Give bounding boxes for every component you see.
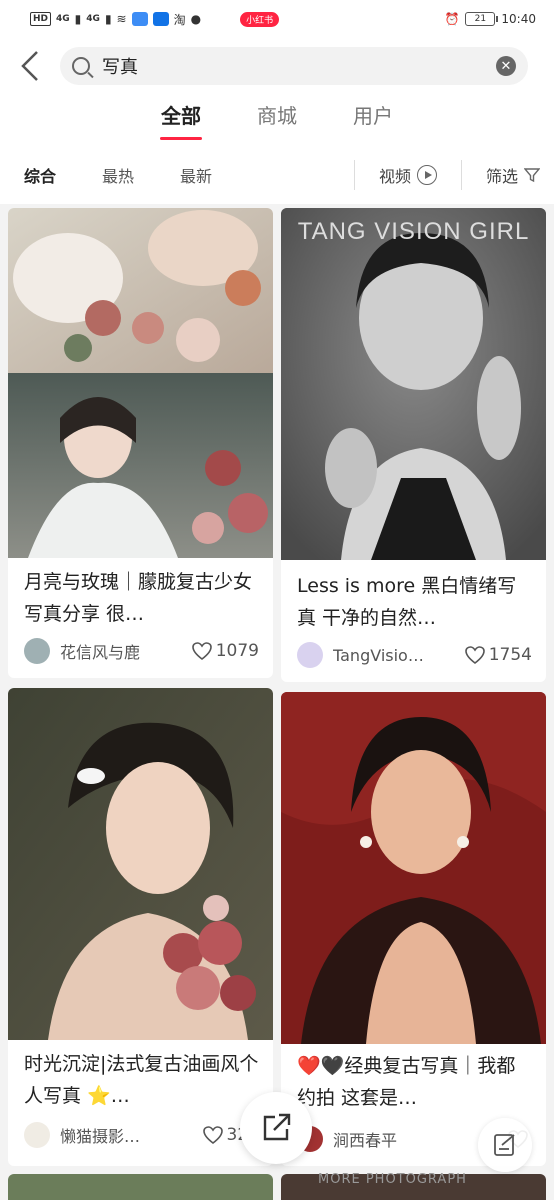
share-icon — [263, 1113, 291, 1141]
author-name[interactable]: 懒猫摄影… — [60, 1123, 203, 1147]
like-count: 1079 — [215, 641, 259, 661]
note-card[interactable]: TANG VISION GIRL Less is more 黑白情绪写真 干净的… — [281, 208, 546, 682]
sort-newest[interactable]: 最新 — [180, 163, 212, 187]
avatar[interactable] — [24, 638, 50, 664]
search-row: 写真 ✕ — [0, 38, 554, 94]
share-button[interactable] — [240, 1092, 312, 1164]
cover-image — [8, 208, 273, 558]
avatar[interactable] — [24, 1122, 50, 1148]
status-bar: HD 4G ▮ 4G ▮ ≋ 淘 ● 小红书 ⏰ 21 10:40 — [0, 0, 554, 38]
message-icon: ● — [190, 12, 202, 26]
alarm-icon: ⏰ — [444, 12, 460, 26]
note-meta: 懒猫摄影… 324 — [24, 1120, 259, 1150]
note-title: Less is more 黑白情绪写真 干净的自然… — [297, 575, 517, 629]
video-label: 视频 — [378, 167, 411, 186]
video-filter-button[interactable]: 视频 — [355, 163, 461, 187]
funnel-icon — [524, 168, 540, 183]
author-name[interactable]: TangVisio… — [333, 646, 465, 665]
cover-image — [281, 692, 546, 1044]
signal-icon: ▮ — [104, 12, 112, 26]
note-card[interactable]: ❤️🖤经典复古写真｜我都约拍 这套是… 涧西春平 — [281, 692, 546, 1166]
author-name[interactable]: 花信风与鹿 — [60, 639, 192, 663]
tab-all[interactable]: 全部 — [161, 94, 201, 146]
clear-icon[interactable]: ✕ — [496, 56, 516, 76]
app-notification-icon — [152, 12, 169, 26]
hd-indicator: HD — [30, 12, 52, 26]
top-tabs: 全部 商城 用户 — [0, 94, 554, 146]
note-title: ❤️🖤经典复古写真｜我都约拍 这套是… — [297, 1055, 516, 1109]
cover-image: TANG VISION GIRL — [281, 208, 546, 560]
chevron-left-icon — [21, 51, 38, 81]
edit-icon — [494, 1134, 515, 1156]
wifi-icon: ≋ — [116, 12, 127, 26]
sort-hottest[interactable]: 最热 — [102, 163, 134, 187]
note-card[interactable]: 时光沉淀|法式复古油画风个人写真 ⭐… 懒猫摄影… 324 — [8, 688, 273, 1166]
note-card[interactable]: 月亮与玫瑰｜朦胧复古少女写真分享 很… 花信风与鹿 1079 — [8, 208, 273, 678]
note-title: 时光沉淀|法式复古油画风个人写真 ⭐… — [24, 1053, 259, 1107]
search-query: 写真 — [102, 57, 138, 78]
watermark-text: MORE PHOTOGRAPH — [318, 1172, 467, 1187]
filter-button[interactable]: 筛选 — [462, 163, 554, 187]
heart-icon — [202, 1126, 223, 1144]
signal-4g-1: 4G — [56, 14, 70, 24]
search-icon — [72, 57, 90, 75]
search-input[interactable]: 写真 ✕ — [60, 47, 528, 85]
note-meta: TangVisio… 1754 — [297, 640, 532, 670]
filter-label: 筛选 — [485, 167, 518, 186]
signal-4g-2: 4G — [86, 14, 100, 24]
heart-icon — [464, 646, 485, 664]
avatar[interactable] — [297, 642, 323, 668]
play-icon — [416, 165, 437, 185]
like-button[interactable]: 1754 — [464, 645, 532, 665]
image-text: TANG VISION GIRL — [297, 218, 530, 245]
like-button[interactable]: 1079 — [191, 641, 259, 661]
sort-comprehensive[interactable]: 综合 — [24, 163, 56, 187]
note-title: 月亮与玫瑰｜朦胧复古少女写真分享 很… — [24, 571, 253, 625]
tab-users[interactable]: 用户 — [353, 94, 393, 146]
app-notification-icon — [131, 12, 148, 26]
compose-button[interactable] — [478, 1118, 532, 1172]
battery-icon: 21 — [465, 12, 499, 26]
back-button[interactable] — [0, 38, 60, 94]
note-card[interactable] — [8, 1174, 273, 1200]
like-count: 1754 — [488, 645, 532, 665]
signal-icon: ▮ — [74, 12, 82, 26]
heart-icon — [191, 642, 212, 660]
filter-bar: 综合 最热 最新 视频 筛选 — [0, 146, 554, 204]
taobao-icon: 淘 — [173, 12, 186, 27]
xiaohongshu-badge: 小红书 — [240, 11, 280, 27]
cover-image — [8, 688, 273, 1040]
note-meta: 花信风与鹿 1079 — [24, 636, 259, 666]
clock: 10:40 — [501, 12, 536, 26]
tab-mall[interactable]: 商城 — [257, 94, 297, 146]
